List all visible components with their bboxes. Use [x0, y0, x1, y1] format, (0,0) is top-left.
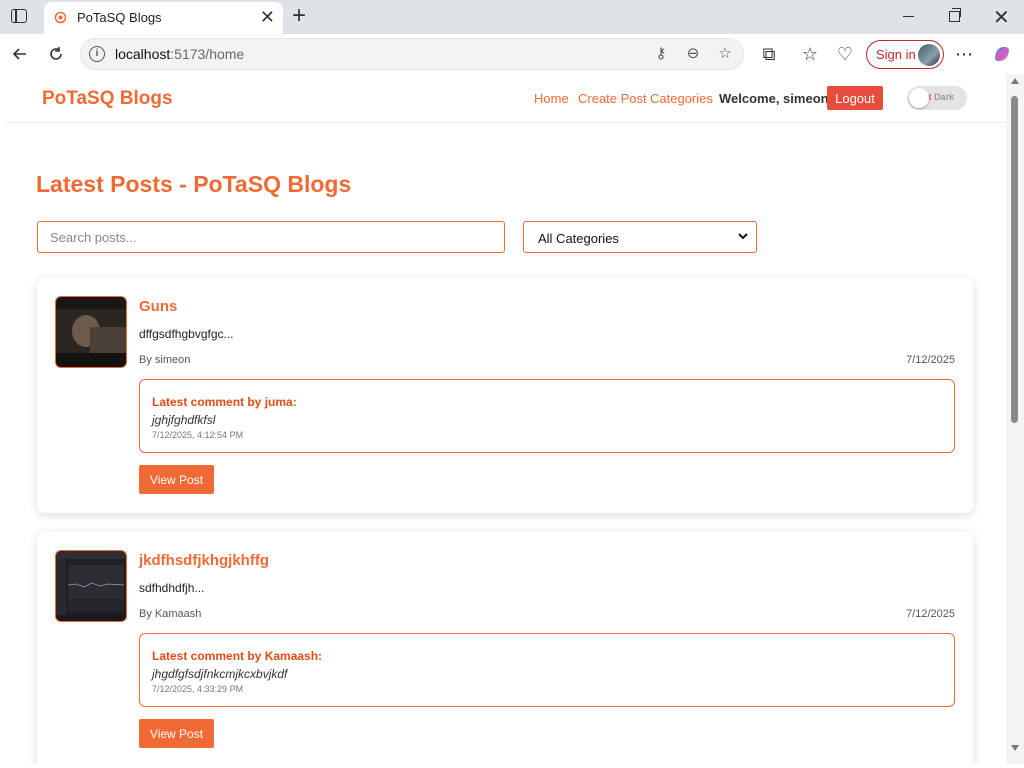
scroll-thumb[interactable]: [1011, 96, 1018, 423]
post-card: Guns dffgsdfhgbvgfgc... By simeon 7/12/2…: [37, 278, 973, 513]
post-date: 7/12/2025: [906, 608, 955, 620]
post-author: By Kamaash: [139, 608, 202, 620]
copilot-icon[interactable]: [988, 40, 1016, 68]
post-excerpt: dffgsdfhgbvgfgc...: [139, 327, 234, 341]
view-post-button[interactable]: View Post: [139, 719, 214, 748]
tab-title: PoTaSQ Blogs: [77, 10, 162, 25]
post-thumbnail[interactable]: [55, 550, 127, 622]
minimize-icon[interactable]: [903, 16, 914, 18]
category-selected-value: All Categories: [538, 231, 619, 246]
restore-icon[interactable]: [949, 8, 961, 22]
search-input[interactable]: [37, 221, 505, 253]
browser-tab-bar: PoTaSQ Blogs ✕ + ✕: [0, 0, 1024, 34]
welcome-text: Welcome, simeon: [719, 91, 829, 106]
page-title: Latest Posts - PoTaSQ Blogs: [36, 171, 352, 197]
chevron-down-icon: [738, 230, 748, 244]
extensions-icon[interactable]: ⧉: [755, 40, 783, 68]
post-title[interactable]: jkdfhsdfjkhgjkhffg: [139, 552, 269, 569]
post-card: jkdfhsdfjkhgjkhffg sdfhdhdfjh... By Kama…: [37, 532, 973, 764]
key-icon[interactable]: ⚷: [651, 44, 671, 64]
post-excerpt: sdfhdhdfjh...: [139, 581, 205, 595]
post-author: By simeon: [139, 354, 191, 366]
view-post-button[interactable]: View Post: [139, 465, 214, 494]
latest-comment: Latest comment by juma: jghjfghdfkfsl 7/…: [139, 379, 955, 453]
logout-button[interactable]: Logout: [827, 86, 883, 110]
scroll-down-icon[interactable]: [1011, 745, 1019, 751]
page-viewport: PoTaSQ Blogs Home Create Post Categories…: [4, 74, 1006, 764]
favicon-icon: [54, 11, 67, 24]
url-host: localhost: [115, 46, 171, 62]
post-thumbnail[interactable]: [55, 296, 127, 368]
sign-in-button[interactable]: Sign in: [866, 40, 944, 69]
window-close-icon[interactable]: ✕: [993, 5, 1010, 30]
favorites-icon[interactable]: ☆: [796, 40, 824, 68]
comment-timestamp: 7/12/2025, 4:33:29 PM: [152, 684, 244, 694]
zoom-out-icon[interactable]: ⊖: [683, 44, 703, 64]
scroll-up-icon[interactable]: [1011, 78, 1019, 84]
tab-actions-icon[interactable]: [11, 9, 27, 23]
refresh-icon[interactable]: [42, 40, 70, 68]
dark-label: Dark: [934, 92, 955, 102]
post-date: 7/12/2025: [906, 354, 955, 366]
nav-create-post-link[interactable]: Create Post: [578, 91, 647, 106]
site-info-icon[interactable]: i: [89, 46, 105, 62]
favorite-star-icon[interactable]: ☆: [715, 44, 735, 64]
new-tab-icon[interactable]: +: [292, 2, 306, 30]
theme-toggle-knob: [909, 88, 929, 108]
comment-text: jghjfghdfkfsl: [152, 413, 216, 427]
site-brand[interactable]: PoTaSQ Blogs: [42, 88, 173, 110]
tab-close-icon[interactable]: ✕: [260, 6, 275, 28]
site-navbar: PoTaSQ Blogs Home Create Post Categories…: [4, 74, 1006, 123]
comment-text: jhgdfgfsdjfnkcmjkcxbvjkdf: [152, 667, 288, 681]
address-bar[interactable]: i localhost:5173/home ⚷ ⊖ ☆: [80, 38, 744, 70]
nav-home-link[interactable]: Home: [534, 91, 569, 106]
theme-toggle[interactable]: ht Dark: [907, 86, 967, 110]
browser-toolbar: i localhost:5173/home ⚷ ⊖ ☆ ⧉ ☆ ♡ Sign i…: [0, 34, 1024, 74]
comment-heading: Latest comment by juma:: [152, 395, 297, 409]
back-icon[interactable]: [6, 40, 34, 68]
post-image: [56, 297, 126, 367]
profile-avatar: [918, 44, 940, 66]
url-path: :5173/home: [170, 46, 245, 62]
latest-comment: Latest comment by Kamaash: jhgdfgfsdjfnk…: [139, 633, 955, 707]
sign-in-label: Sign in: [876, 47, 916, 62]
comment-heading: Latest comment by Kamaash:: [152, 649, 323, 663]
browser-essentials-icon[interactable]: ♡: [831, 40, 859, 68]
post-image: [56, 551, 126, 621]
nav-categories-link[interactable]: Categories: [650, 91, 713, 106]
browser-tab[interactable]: PoTaSQ Blogs ✕: [44, 2, 283, 34]
page-scrollbar[interactable]: [1006, 74, 1024, 764]
more-menu-icon[interactable]: ⋯: [950, 40, 978, 68]
post-title[interactable]: Guns: [139, 298, 177, 315]
url-text[interactable]: localhost:5173/home: [115, 46, 244, 62]
comment-timestamp: 7/12/2025, 4:12:54 PM: [152, 430, 244, 440]
category-select[interactable]: All Categories: [523, 221, 757, 253]
